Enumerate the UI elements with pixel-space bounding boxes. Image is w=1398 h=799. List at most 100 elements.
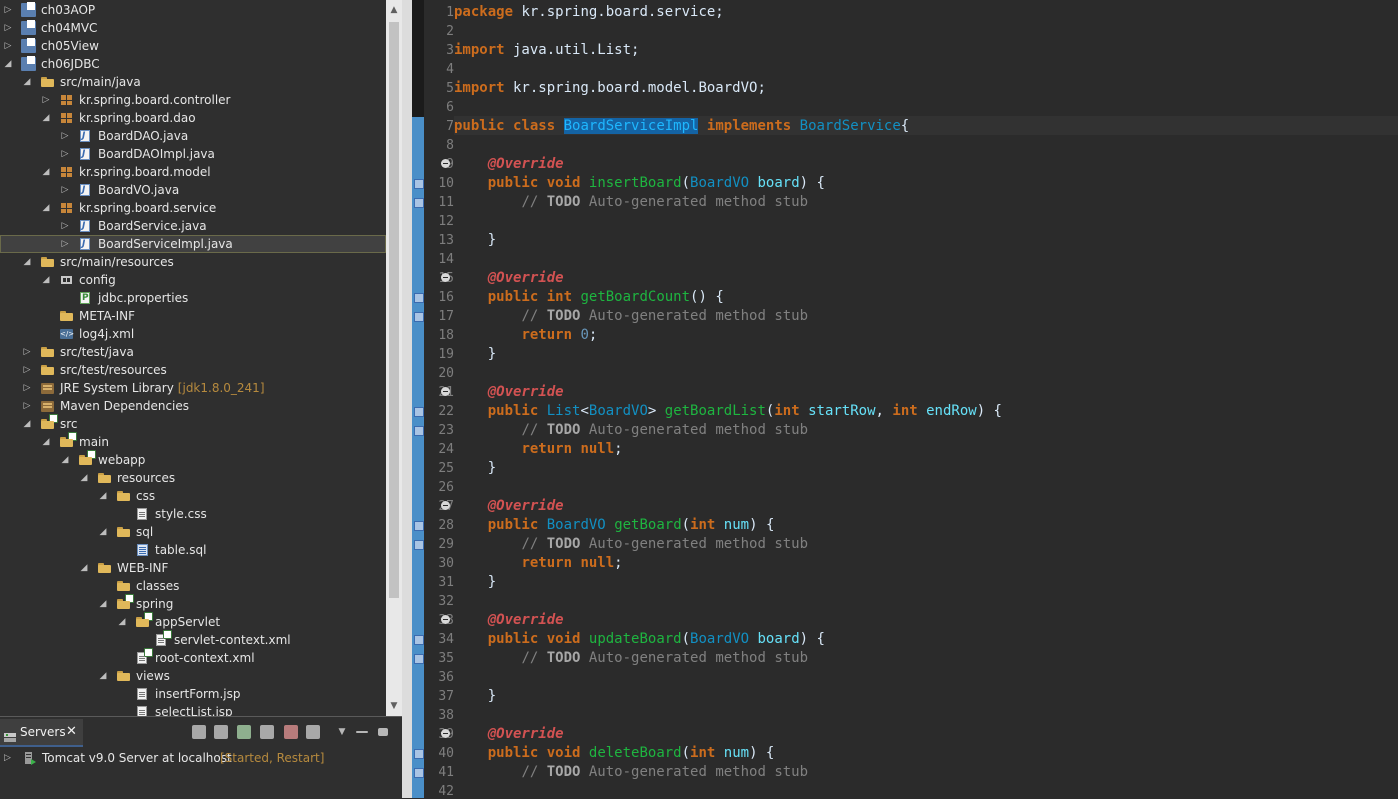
expand-chevron-icon[interactable]: ▷ (22, 379, 32, 397)
fold-collapse-icon[interactable] (441, 729, 450, 738)
collapse-chevron-icon[interactable]: ◢ (98, 667, 108, 685)
code-line[interactable]: @Override (454, 269, 564, 288)
scroll-up-arrow-icon[interactable]: ▲ (386, 2, 402, 18)
server-row-tomcat[interactable]: ▷ Tomcat v9.0 Server at localhost [Start… (0, 749, 402, 767)
tree-item[interactable]: ▷ src/test/java (0, 343, 386, 361)
code-line[interactable]: @Override (454, 611, 564, 630)
java-editor[interactable]: package kr.spring.board.service; import j… (412, 0, 1398, 798)
collapse-chevron-icon[interactable]: ◢ (98, 523, 108, 541)
override-marker-icon[interactable] (414, 426, 424, 436)
fold-collapse-icon[interactable] (441, 159, 450, 168)
code-line[interactable]: import kr.spring.board.model.BoardVO; (454, 79, 766, 98)
override-marker-icon[interactable] (414, 407, 424, 417)
tree-item[interactable]: ▷ BoardDAO.java (0, 127, 386, 145)
new-server-icon[interactable] (192, 725, 206, 739)
publish-server-icon[interactable] (306, 725, 320, 739)
override-marker-icon[interactable] (414, 749, 424, 759)
collapse-chevron-icon[interactable]: ◢ (41, 199, 51, 217)
code-line[interactable]: public int getBoardCount() { (454, 288, 724, 307)
code-line[interactable]: } (454, 459, 496, 478)
tree-item[interactable]: ◢ views (0, 667, 386, 685)
tree-item[interactable]: ◢ src (0, 414, 386, 433)
code-line[interactable]: } (454, 231, 496, 250)
code-line[interactable]: // TODO Auto-generated method stub (454, 649, 808, 668)
tree-item[interactable]: servlet-context.xml (0, 630, 386, 649)
tree-item[interactable]: ▷ BoardServiceImpl.java (0, 235, 386, 253)
expand-chevron-icon[interactable]: ▷ (22, 343, 32, 361)
code-line[interactable]: // TODO Auto-generated method stub (454, 535, 808, 554)
override-marker-icon[interactable] (414, 540, 424, 550)
fold-collapse-icon[interactable] (441, 615, 450, 624)
tree-item[interactable]: log4j.xml (0, 325, 386, 343)
tree-item[interactable]: ◢ src/main/resources (0, 253, 386, 271)
tree-item[interactable]: ▷ BoardVO.java (0, 181, 386, 199)
tree-item[interactable]: selectList.jsp (0, 703, 386, 716)
expand-chevron-icon[interactable]: ▷ (3, 19, 13, 37)
profile-server-icon[interactable] (260, 725, 274, 739)
override-marker-icon[interactable] (414, 654, 424, 664)
tree-item[interactable]: insertForm.jsp (0, 685, 386, 703)
fold-collapse-icon[interactable] (441, 273, 450, 282)
scroll-down-arrow-icon[interactable]: ▼ (386, 698, 402, 714)
expand-chevron-icon[interactable]: ▷ (3, 1, 13, 19)
code-line[interactable]: // TODO Auto-generated method stub (454, 307, 808, 326)
override-marker-icon[interactable] (414, 635, 424, 645)
code-line[interactable]: public void deleteBoard(int num) { (454, 744, 775, 763)
collapse-chevron-icon[interactable]: ◢ (22, 415, 32, 433)
tree-item[interactable]: ▷ ch03AOP (0, 1, 386, 19)
collapse-chevron-icon[interactable]: ◢ (22, 253, 32, 271)
collapse-chevron-icon[interactable]: ◢ (79, 559, 89, 577)
fold-collapse-icon[interactable] (441, 387, 450, 396)
tree-item[interactable]: ▷ Maven Dependencies (0, 397, 386, 415)
code-line[interactable]: public class BoardServiceImpl implements… (454, 117, 909, 136)
collapse-chevron-icon[interactable]: ◢ (22, 73, 32, 91)
override-marker-icon[interactable] (414, 521, 424, 531)
expand-chevron-icon[interactable]: ▷ (60, 127, 70, 145)
tree-item[interactable]: ▷ BoardService.java (0, 217, 386, 235)
collapse-chevron-icon[interactable]: ◢ (60, 451, 70, 469)
tree-item[interactable]: ◢ ch06JDBC (0, 55, 386, 73)
collapse-chevron-icon[interactable]: ◢ (98, 595, 108, 613)
tree-item[interactable]: ◢ webapp (0, 450, 386, 469)
collapse-chevron-icon[interactable]: ◢ (98, 487, 108, 505)
code-line[interactable]: @Override (454, 725, 564, 744)
stop-server-icon[interactable] (284, 725, 298, 739)
tree-item[interactable]: ▷ BoardDAOImpl.java (0, 145, 386, 163)
tree-item[interactable]: ▷ ch04MVC (0, 19, 386, 37)
code-line[interactable]: // TODO Auto-generated method stub (454, 421, 808, 440)
view-menu-chevron-down-icon[interactable]: ▼ (336, 725, 348, 739)
tree-item[interactable]: ◢ kr.spring.board.dao (0, 109, 386, 127)
code-line[interactable]: } (454, 345, 496, 364)
expand-chevron-icon[interactable]: ▷ (3, 37, 13, 55)
override-marker-icon[interactable] (414, 312, 424, 322)
tree-item[interactable]: ◢ kr.spring.board.model (0, 163, 386, 181)
tree-item[interactable]: ◢ resources (0, 469, 386, 487)
debug-server-icon[interactable] (214, 725, 228, 739)
explorer-scrollbar-thumb[interactable] (389, 22, 399, 598)
collapse-chevron-icon[interactable]: ◢ (117, 613, 127, 631)
tree-item[interactable]: ◢ css (0, 487, 386, 505)
expand-chevron-icon[interactable]: ▷ (60, 145, 70, 163)
tree-item[interactable]: ◢ src/main/java (0, 73, 386, 91)
code-line[interactable]: public BoardVO getBoard(int num) { (454, 516, 775, 535)
expand-chevron-icon[interactable]: ▷ (60, 217, 70, 235)
close-tab-icon[interactable]: ✕ (66, 723, 77, 741)
collapse-chevron-icon[interactable]: ◢ (79, 469, 89, 487)
fold-collapse-icon[interactable] (441, 501, 450, 510)
expand-chevron-icon[interactable]: ▷ (4, 749, 11, 767)
collapse-chevron-icon[interactable]: ◢ (41, 271, 51, 289)
tree-item[interactable]: jdbc.properties (0, 289, 386, 307)
code-line[interactable]: return null; (454, 440, 622, 459)
code-line[interactable]: public void updateBoard(BoardVO board) { (454, 630, 825, 649)
code-line[interactable]: } (454, 687, 496, 706)
expand-chevron-icon[interactable]: ▷ (60, 235, 70, 253)
code-line[interactable]: public List<BoardVO> getBoardList(int st… (454, 402, 1002, 421)
tree-item[interactable]: ◢ sql (0, 523, 386, 541)
tree-item[interactable]: ◢ kr.spring.board.service (0, 199, 386, 217)
collapse-chevron-icon[interactable]: ◢ (41, 163, 51, 181)
override-marker-icon[interactable] (414, 768, 424, 778)
minimize-icon[interactable] (356, 731, 368, 733)
tree-item[interactable]: ▷ JRE System Library [jdk1.8.0_241] (0, 379, 386, 397)
code-line[interactable]: import java.util.List; (454, 41, 639, 60)
code-line[interactable]: @Override (454, 497, 564, 516)
